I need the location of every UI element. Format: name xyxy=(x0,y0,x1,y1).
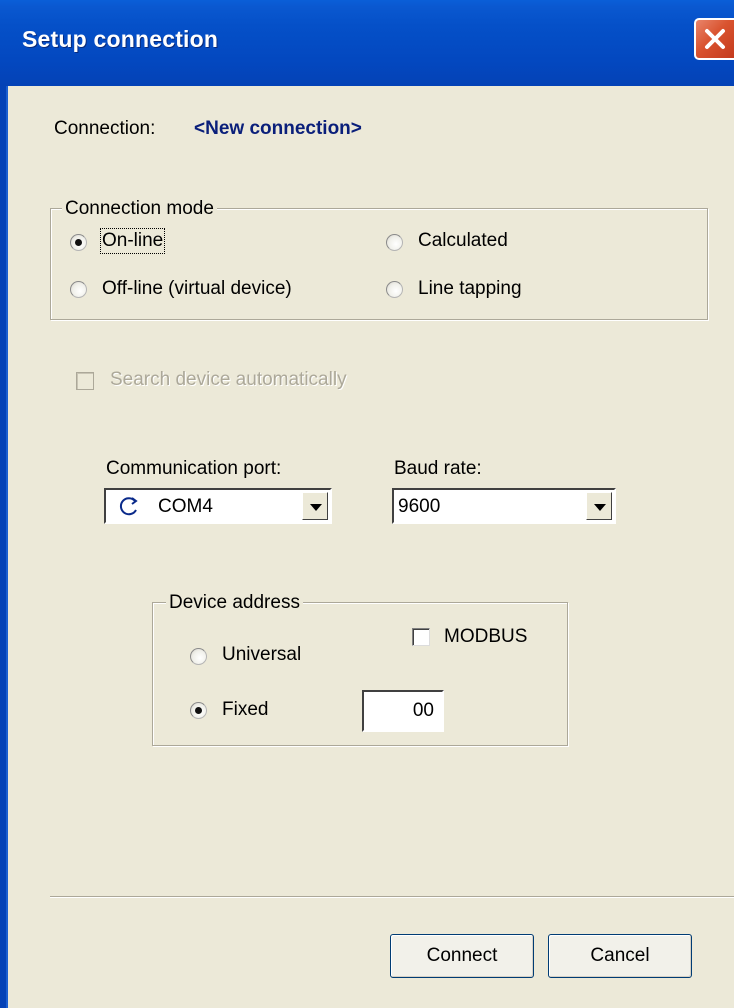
window-frame-left-inner xyxy=(6,86,8,1008)
universal-radio[interactable] xyxy=(190,648,207,665)
connection-name: <New connection> xyxy=(194,118,362,139)
connection-label: Connection: xyxy=(54,118,156,139)
baud-rate-select[interactable]: 9600 xyxy=(392,488,616,524)
refresh-icon xyxy=(119,497,138,516)
communication-port-select[interactable]: COM4 xyxy=(104,488,332,524)
communication-port-label: Communication port: xyxy=(106,458,282,479)
communication-port-value: COM4 xyxy=(158,496,213,517)
device-address-group xyxy=(152,602,568,746)
title-bar: Setup connection xyxy=(0,0,734,86)
communication-port-dropdown-button[interactable] xyxy=(302,492,328,520)
connect-button[interactable]: Connect xyxy=(390,934,534,978)
fixed-radio[interactable] xyxy=(190,702,207,719)
calculated-radio[interactable] xyxy=(386,234,403,251)
online-radio[interactable] xyxy=(70,234,87,251)
offline-label[interactable]: Off-line (virtual device) xyxy=(102,278,292,300)
window-title: Setup connection xyxy=(22,26,219,52)
line-tapping-label[interactable]: Line tapping xyxy=(418,278,522,300)
cancel-button[interactable]: Cancel xyxy=(548,934,692,978)
close-button[interactable] xyxy=(694,18,734,60)
line-tapping-radio[interactable] xyxy=(386,281,403,298)
baud-rate-value: 9600 xyxy=(398,496,441,517)
connection-mode-legend: Connection mode xyxy=(62,198,217,220)
offline-radio[interactable] xyxy=(70,281,87,298)
search-device-checkbox[interactable] xyxy=(76,372,94,390)
connection-mode-group xyxy=(50,208,708,320)
calculated-label[interactable]: Calculated xyxy=(418,230,508,252)
fixed-label[interactable]: Fixed xyxy=(222,699,268,721)
search-device-label: Search device automatically xyxy=(110,369,347,390)
baud-rate-dropdown-button[interactable] xyxy=(586,492,612,520)
universal-label[interactable]: Universal xyxy=(222,644,301,666)
baud-rate-label: Baud rate: xyxy=(394,458,482,479)
modbus-checkbox[interactable] xyxy=(412,628,430,646)
address-value: 00 xyxy=(412,700,434,721)
close-icon xyxy=(705,29,725,49)
device-address-legend: Device address xyxy=(166,592,303,614)
online-label[interactable]: On-line xyxy=(99,228,166,254)
separator-line-highlight xyxy=(50,897,734,898)
address-input[interactable]: 00 xyxy=(362,690,444,732)
modbus-label[interactable]: MODBUS xyxy=(444,626,527,648)
